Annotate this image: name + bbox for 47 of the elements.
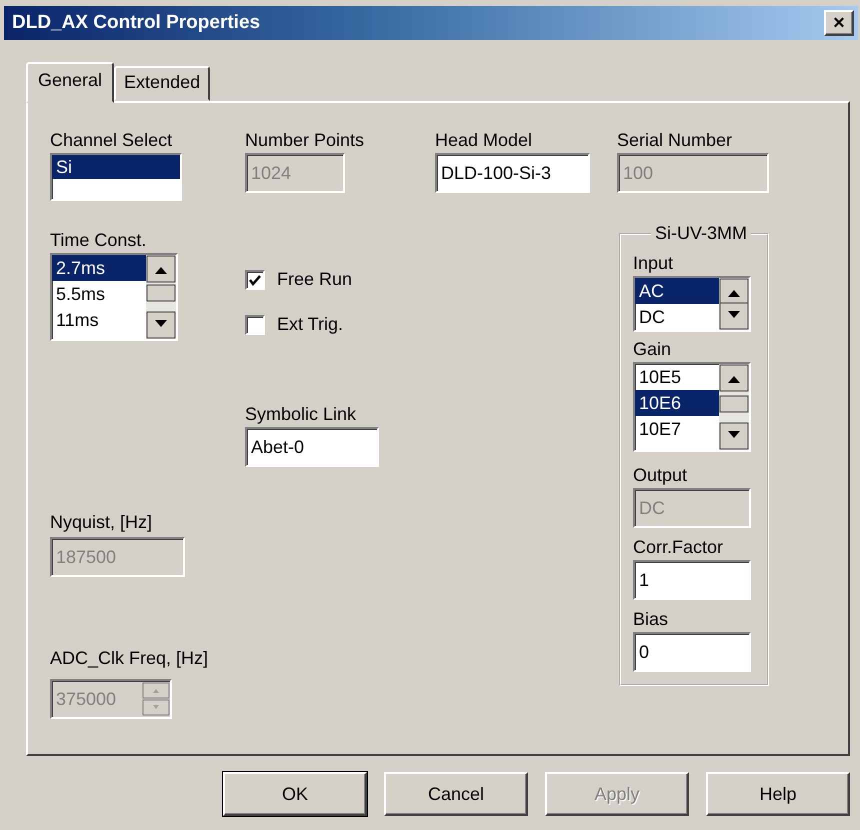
- field-label: Bias: [633, 608, 668, 630]
- dialog-button[interactable]: Help: [706, 772, 850, 816]
- field-label: Number Points: [245, 129, 364, 151]
- list-item[interactable]: DC: [635, 304, 719, 330]
- input-field[interactable]: DLD-100-Si-3: [435, 153, 590, 193]
- list-item[interactable]: 5.5ms: [52, 281, 146, 307]
- checkbox[interactable]: Ext Trig.: [245, 314, 344, 335]
- list-item[interactable]: AC: [635, 278, 719, 304]
- group-title: Si-UV-3MM: [654, 223, 748, 244]
- field-label: Input: [633, 252, 674, 274]
- input-list[interactable]: AC DC: [633, 276, 751, 332]
- field-label: Nyquist, [Hz]: [50, 511, 152, 533]
- list-item[interactable]: 10E7: [635, 416, 719, 442]
- list-item[interactable]: 10E6: [635, 390, 719, 416]
- channel-list[interactable]: Si: [50, 153, 182, 201]
- checkbox-label: Ext Trig.: [277, 314, 344, 335]
- input-field[interactable]: 1: [633, 560, 751, 600]
- list-item[interactable]: 11ms: [52, 307, 146, 333]
- field-label: Channel Select: [50, 129, 172, 151]
- checkbox-icon[interactable]: [245, 270, 265, 290]
- scrollbar-drawing[interactable]: [146, 255, 176, 339]
- scrollbar-drawing[interactable]: [719, 278, 749, 330]
- field-label: ADC_Clk Freq, [Hz]: [50, 647, 208, 669]
- checkbox[interactable]: Free Run: [245, 269, 352, 290]
- field-label: Symbolic Link: [245, 403, 356, 425]
- scrollbar-drawing[interactable]: [719, 364, 749, 450]
- field-label: Output: [633, 464, 688, 486]
- field-label: Head Model: [435, 129, 532, 151]
- tab[interactable]: General: [26, 62, 114, 103]
- list-item[interactable]: Si: [52, 155, 180, 179]
- time-const-list[interactable]: 2.7ms 5.5ms 11ms: [50, 253, 178, 341]
- close-button[interactable]: ×: [824, 10, 854, 36]
- tab[interactable]: Extended: [114, 66, 210, 101]
- window-title: DLD_AX Control Properties: [12, 12, 260, 34]
- field-label: Gain: [633, 338, 672, 360]
- input-field[interactable]: 0: [633, 632, 751, 672]
- field-label: Serial Number: [617, 129, 732, 151]
- dialog-button[interactable]: Cancel: [384, 772, 528, 816]
- dialog-button[interactable]: OK: [223, 772, 367, 816]
- input-field[interactable]: Abet-0: [245, 427, 379, 467]
- checkbox-label: Free Run: [277, 269, 352, 290]
- checkbox-icon[interactable]: [245, 314, 265, 334]
- list-item[interactable]: 10E5: [635, 364, 719, 390]
- field-label: Time Const.: [50, 229, 146, 251]
- gain-list[interactable]: 10E5 10E6 10E7: [633, 362, 751, 452]
- list-item[interactable]: 2.7ms: [52, 255, 146, 281]
- field-label: Corr.Factor: [633, 536, 724, 558]
